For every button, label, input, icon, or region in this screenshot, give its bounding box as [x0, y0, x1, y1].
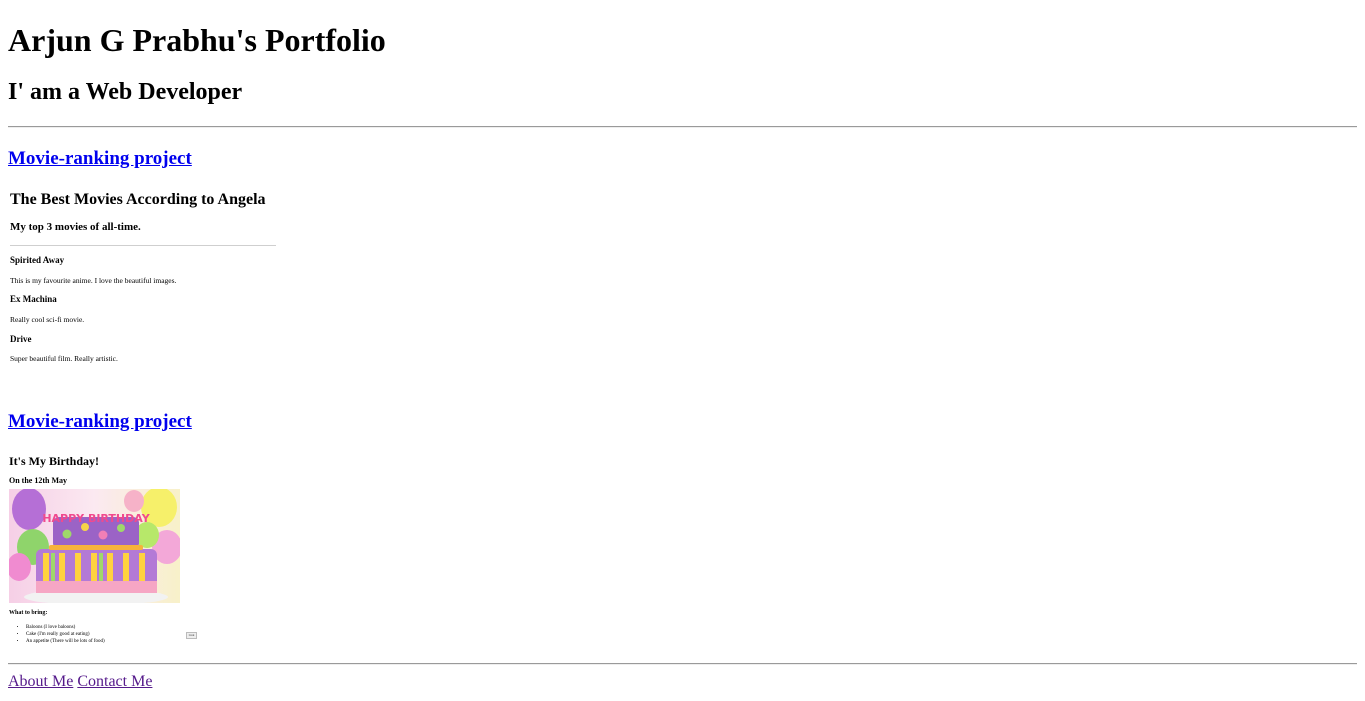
list-item: Cake (I'm really good at eating)	[26, 631, 105, 638]
preview-link-button[interactable]: Link	[186, 632, 197, 639]
about-me-link[interactable]: About Me	[8, 673, 73, 690]
project-link-birthday[interactable]: Movie-ranking project	[8, 411, 192, 432]
birthday-date: On the 12th May	[9, 476, 67, 485]
birthday-preview: It's My Birthday! On the 12th May HAPPY …	[8, 453, 208, 653]
footer-nav: About Me Contact Me	[8, 673, 152, 691]
movie-preview-divider	[10, 245, 276, 246]
project-link-movie-ranking[interactable]: Movie-ranking project	[8, 148, 192, 169]
movie-description: Really cool sci-fi movie.	[10, 315, 85, 324]
contact-me-link[interactable]: Contact Me	[77, 673, 152, 690]
project-heading-1: Movie-ranking project	[8, 148, 192, 170]
birthday-title: It's My Birthday!	[9, 454, 99, 468]
movie-preview-subtitle: My top 3 movies of all-time.	[10, 221, 141, 233]
list-item: An appetite (There will be lots of food)	[26, 638, 105, 645]
movie-preview-title: The Best Movies According to Angela	[10, 191, 266, 208]
cake-topper-text: HAPPY BIRTHDAY	[42, 512, 150, 525]
movie-description: This is my favourite anime. I love the b…	[10, 276, 177, 285]
bring-list: Baloons (I love baloons) Cake (I'm reall…	[18, 624, 105, 645]
top-divider	[8, 126, 1357, 128]
list-item: Baloons (I love baloons)	[26, 624, 105, 631]
movie-name: Drive	[10, 334, 32, 344]
page-subtitle: I' am a Web Developer	[8, 79, 243, 105]
birthday-cake-image: HAPPY BIRTHDAY	[9, 489, 180, 603]
bottom-divider	[8, 663, 1357, 665]
bring-label: What to bring:	[9, 610, 48, 616]
movie-name: Spirited Away	[10, 255, 65, 265]
page-title: Arjun G Prabhu's Portfolio	[8, 22, 386, 58]
movie-name: Ex Machina	[10, 294, 57, 304]
movie-ranking-preview: The Best Movies According to Angela My t…	[8, 190, 280, 374]
movie-description: Super beautiful film. Really artistic.	[10, 354, 118, 363]
project-heading-2: Movie-ranking project	[8, 411, 192, 433]
